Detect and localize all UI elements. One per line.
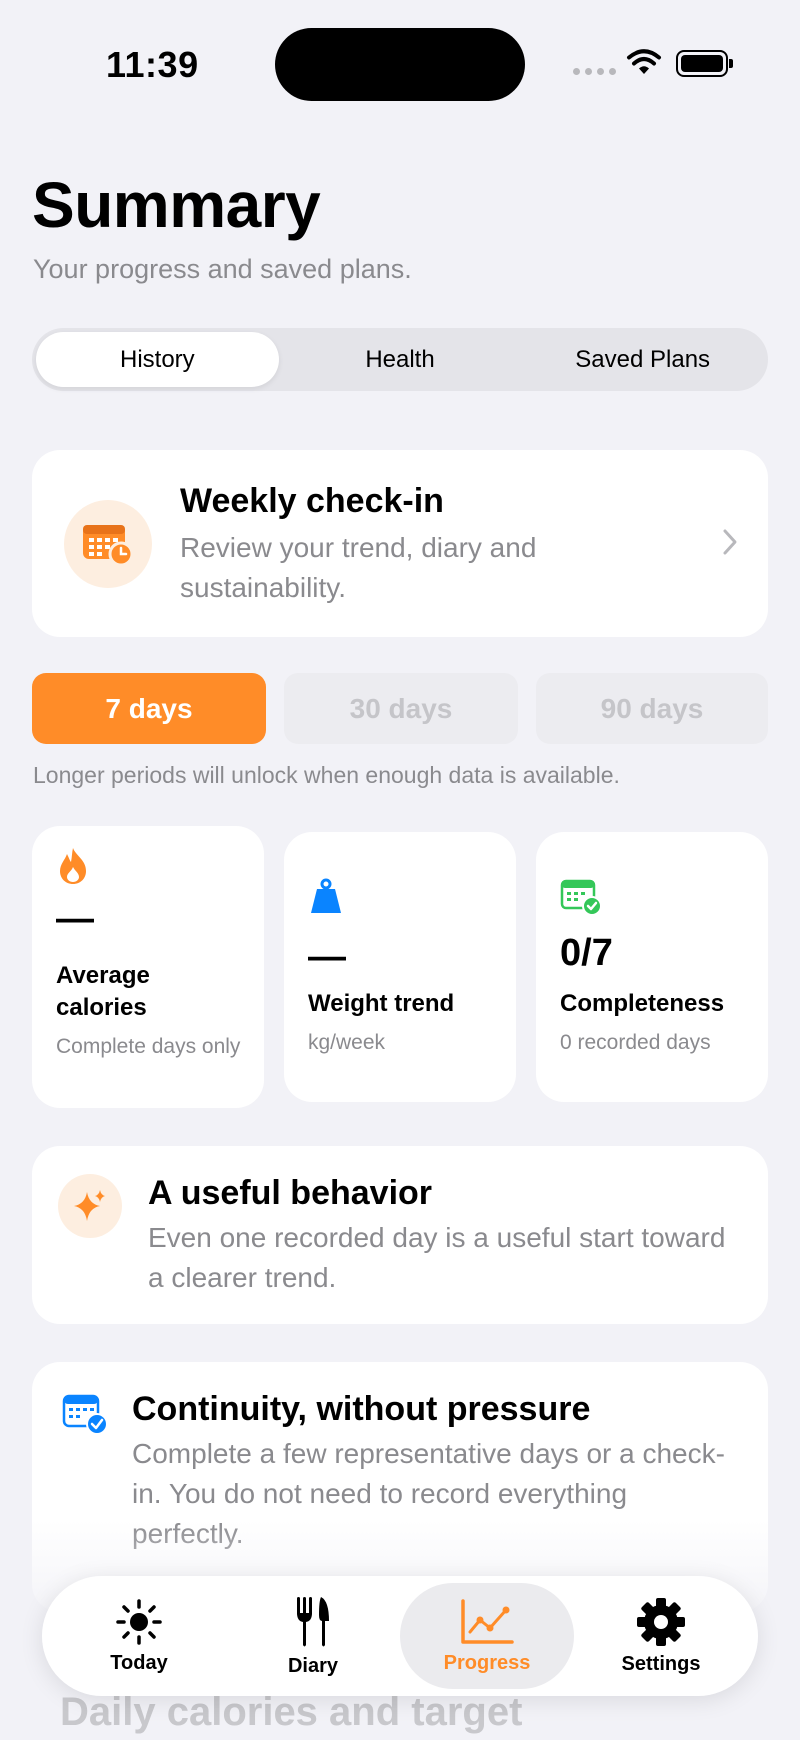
battery-icon xyxy=(676,50,733,77)
cellular-signal-icon xyxy=(573,68,616,75)
tab-bar: Today Diary Progress Settings xyxy=(42,1576,758,1696)
average-calories-sub: Complete days only xyxy=(56,1035,241,1058)
average-calories-value: — xyxy=(56,898,94,940)
average-calories-label: Average calories xyxy=(56,962,150,1021)
period-30-days-button[interactable]: 30 days xyxy=(284,673,518,744)
tab-today[interactable]: Today xyxy=(52,1583,226,1689)
stat-card-average-calories: — Average calories Complete days only xyxy=(32,826,264,1108)
checkin-description: Review your trend, diary and sustainabil… xyxy=(180,532,537,603)
period-7-days-button[interactable]: 7 days xyxy=(32,673,266,744)
weight-icon xyxy=(311,878,341,913)
flame-icon xyxy=(60,848,86,884)
fork-knife-icon xyxy=(297,1596,329,1646)
status-bar: 11:39 xyxy=(0,0,800,130)
page-title: Summary xyxy=(32,169,321,241)
tab-settings[interactable]: Settings xyxy=(574,1583,748,1689)
completeness-sub: 0 recorded days xyxy=(560,1031,711,1054)
tab-diary-label: Diary xyxy=(287,1654,339,1677)
period-90-days-button[interactable]: 90 days xyxy=(536,673,768,744)
segment-history[interactable]: History xyxy=(36,332,279,387)
dynamic-island xyxy=(275,28,525,101)
useful-behavior-card: A useful behavior Even one recorded day … xyxy=(32,1146,768,1324)
chevron-right-icon xyxy=(723,529,737,555)
tab-progress[interactable]: Progress xyxy=(400,1583,574,1689)
calendar-check-icon xyxy=(560,879,602,916)
sparkles-icon xyxy=(58,1174,122,1238)
sun-icon xyxy=(116,1598,162,1645)
tab-progress-label: Progress xyxy=(443,1651,531,1674)
completeness-label: Completeness xyxy=(560,990,725,1017)
stat-card-weight-trend: — Weight trend kg/week xyxy=(284,832,516,1102)
page-subtitle: Your progress and saved plans. xyxy=(33,254,412,284)
status-time: 11:39 xyxy=(106,44,199,85)
stat-card-completeness: 0/7 Completeness 0 recorded days xyxy=(536,832,768,1102)
behavior-title: A useful behavior xyxy=(148,1174,433,1212)
checkin-title: Weekly check-in xyxy=(180,482,444,520)
behavior-description: Even one recorded day is a useful start … xyxy=(148,1222,726,1293)
wifi-icon xyxy=(627,49,661,74)
completeness-value: 0/7 xyxy=(560,932,613,974)
calendar-clock-icon xyxy=(64,500,152,588)
segmented-control: History Health Saved Plans xyxy=(32,328,768,391)
segment-saved-plans[interactable]: Saved Plans xyxy=(521,332,764,387)
calendar-badge-icon xyxy=(62,1394,108,1435)
chart-icon xyxy=(461,1598,514,1644)
weight-trend-value: — xyxy=(308,936,346,978)
segment-health[interactable]: Health xyxy=(279,332,522,387)
tab-diary[interactable]: Diary xyxy=(226,1583,400,1689)
period-note: Longer periods will unlock when enough d… xyxy=(33,762,620,788)
weight-trend-label: Weight trend xyxy=(308,990,455,1017)
gear-icon xyxy=(637,1597,685,1646)
weekly-checkin-card[interactable]: Weekly check-in Review your trend, diary… xyxy=(32,450,768,637)
tab-settings-label: Settings xyxy=(621,1652,701,1675)
daily-calories-section-title: Daily calories and target xyxy=(60,1690,523,1734)
continuity-title: Continuity, without pressure xyxy=(132,1390,591,1428)
weight-trend-sub: kg/week xyxy=(308,1031,386,1054)
tab-today-label: Today xyxy=(110,1651,168,1674)
